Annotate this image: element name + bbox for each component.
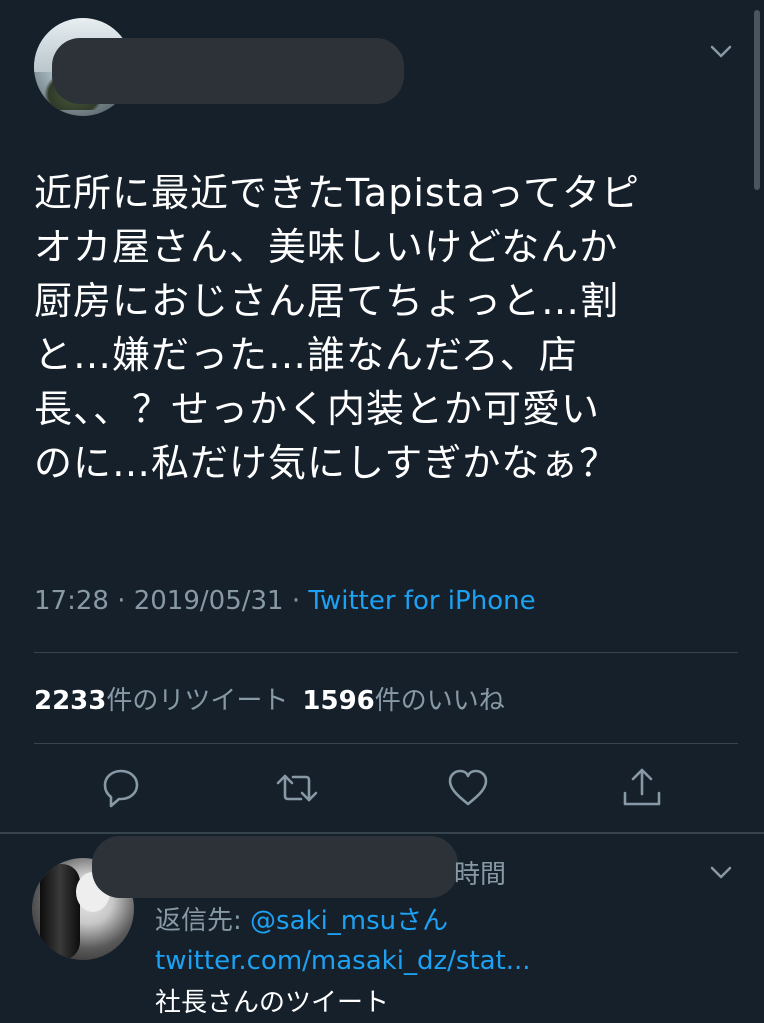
tweet-text-line: 近所に最近できたTapistaってタピ [34, 171, 640, 215]
tweet-stats: 2233件のリツイート 1596件のいいね [34, 680, 505, 717]
tweet-text-line: 長、、？せっかく内装とか可愛い [34, 387, 601, 431]
tweet-actions [0, 766, 764, 812]
main-tweet: 近所に最近できたTapistaってタピ オカ屋さん、美味しいけどなんか 厨房にお… [0, 0, 764, 833]
reply-text: 社長さんのツイート [155, 988, 390, 1018]
redacted-reply-author [92, 836, 458, 898]
chevron-down-icon[interactable] [710, 866, 732, 880]
reply-link[interactable]: twitter.com/masaki_dz/stat... [155, 946, 531, 976]
reply-to-label: 返信先: [155, 906, 251, 936]
scrollbar[interactable] [754, 10, 760, 190]
meta-separator: · [283, 586, 309, 616]
divider [34, 652, 738, 653]
like-count: 1596 [302, 686, 375, 716]
tweet-time: 17:28 [34, 586, 109, 616]
retweet-stat[interactable]: 2233件のリツイート [34, 686, 288, 716]
avatar-hair [40, 864, 80, 960]
redacted-author-name [52, 38, 404, 104]
reply-to: 返信先: @saki_msuさん [155, 900, 448, 937]
divider [34, 743, 738, 744]
like-label: 件のいいね [374, 686, 505, 716]
reply-time: 時間 [454, 860, 507, 890]
tweet-text: 近所に最近できたTapistaってタピ オカ屋さん、美味しいけどなんか 厨房にお… [34, 166, 734, 490]
share-icon[interactable] [620, 766, 661, 810]
retweet-icon[interactable] [275, 766, 318, 810]
tweet-text-line: 厨房におじさん居てちょっと…割 [34, 279, 620, 323]
reply-tweet[interactable]: 時間 返信先: @saki_msuさん twitter.com/masaki_d… [0, 834, 764, 1023]
heart-icon[interactable] [446, 766, 488, 810]
reply-to-suffix: さん [396, 906, 449, 936]
reply-icon[interactable] [101, 766, 141, 810]
retweet-label: 件のリツイート [106, 686, 289, 716]
tweet-text-line: オカ屋さん、美味しいけどなんか [34, 225, 619, 269]
reply-to-handle[interactable]: @saki_msu [250, 906, 396, 936]
chevron-down-icon[interactable] [710, 45, 732, 59]
tweet-meta: 17:28 · 2019/05/31 · Twitter for iPhone [34, 586, 536, 616]
tweet-source-link[interactable]: Twitter for iPhone [308, 586, 535, 616]
tweet-text-line: のに…私だけ気にしすぎかなぁ？ [34, 441, 619, 485]
retweet-count: 2233 [34, 686, 107, 716]
tweet-text-line: と…嫌だった…誰なんだろ、店 [34, 333, 578, 377]
like-stat[interactable]: 1596件のいいね [302, 686, 504, 716]
meta-separator: · [108, 586, 134, 616]
tweet-date: 2019/05/31 [133, 586, 284, 616]
